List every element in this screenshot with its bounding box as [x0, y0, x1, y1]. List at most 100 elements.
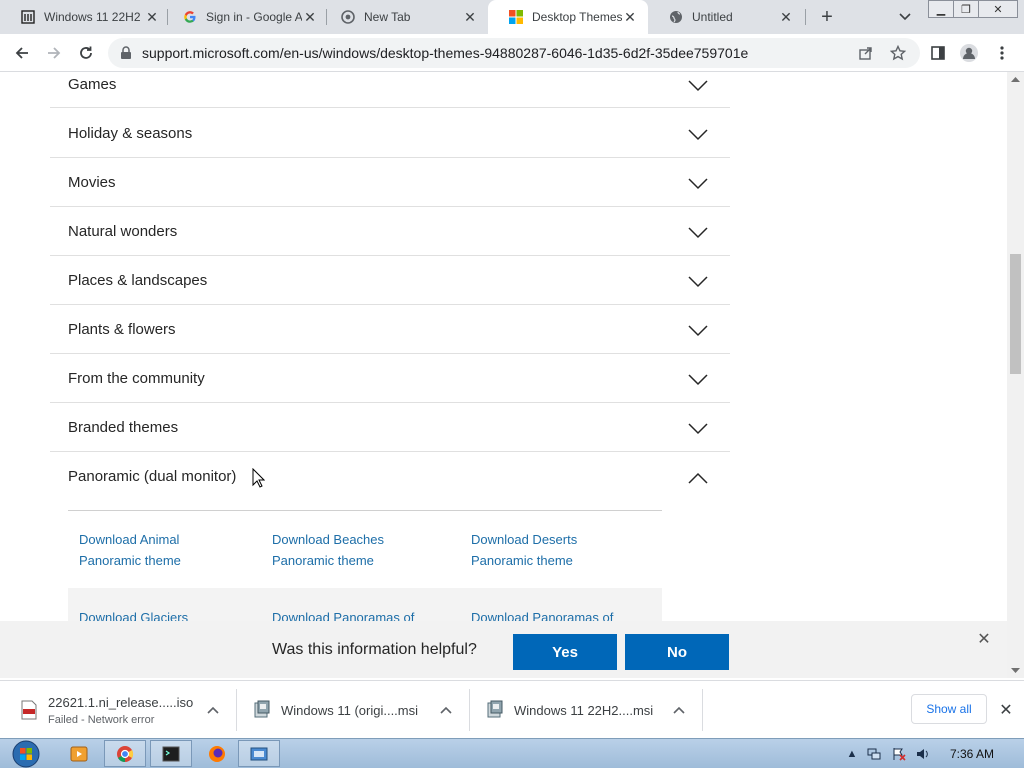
- media-player-icon[interactable]: [58, 740, 100, 767]
- restore-window-icon[interactable]: ❐: [953, 0, 979, 18]
- chevron-down-icon: [688, 374, 708, 386]
- accordion-label: Plants & flowers: [68, 321, 176, 338]
- tab-title: Desktop Themes: [532, 10, 622, 24]
- accordion-item-games[interactable]: Games: [50, 72, 730, 108]
- side-panel-icon[interactable]: [925, 40, 951, 66]
- link-line: Download Deserts: [471, 532, 578, 547]
- tab-close-icon[interactable]: ✕: [778, 9, 794, 25]
- close-icon[interactable]: ✕: [976, 631, 992, 648]
- accordion-label: Places & landscapes: [68, 272, 208, 289]
- scroll-down-icon[interactable]: [1011, 668, 1020, 674]
- feedback-no-button[interactable]: No: [625, 634, 729, 670]
- tab-title: Sign in - Google A: [206, 10, 302, 24]
- tab-close-icon[interactable]: ✕: [462, 9, 478, 25]
- download-bar: 22621.1.ni_release.....iso Failed - Netw…: [0, 680, 1024, 738]
- download-beaches-panoramic-link[interactable]: Download Beaches Panoramic theme: [272, 529, 384, 571]
- accordion-item-places-landscapes[interactable]: Places & landscapes: [50, 256, 730, 305]
- network-tray-icon[interactable]: [867, 747, 881, 761]
- chrome-taskbar-icon[interactable]: [104, 740, 146, 767]
- forward-arrow-icon[interactable]: [41, 40, 67, 66]
- download-file-name: Windows 11 (origi....msi: [281, 702, 419, 718]
- accordion-item-plants-flowers[interactable]: Plants & flowers: [50, 305, 730, 354]
- download-item[interactable]: Windows 11 (origi....msi: [253, 681, 468, 739]
- accordion-item-natural-wonders[interactable]: Natural wonders: [50, 207, 730, 256]
- download-file-name: 22621.1.ni_release.....iso: [48, 694, 194, 710]
- accordion-item-holiday-seasons[interactable]: Holiday & seasons: [50, 109, 730, 158]
- tab-close-icon[interactable]: ✕: [622, 9, 638, 25]
- taskbar-clock[interactable]: 7:36 AM: [950, 747, 994, 761]
- profile-avatar-icon[interactable]: [956, 40, 982, 66]
- accordion-label: From the community: [68, 370, 205, 387]
- network-app-icon[interactable]: [238, 740, 280, 767]
- tab-search-chevron-icon[interactable]: [893, 5, 917, 29]
- bookmark-star-icon[interactable]: [885, 40, 911, 66]
- accordion-item-from-the-community[interactable]: From the community: [50, 354, 730, 403]
- tab-desktop-themes[interactable]: Desktop Themes ✕: [488, 0, 648, 34]
- globe-icon: [668, 9, 684, 25]
- page-scrollbar[interactable]: [1007, 72, 1024, 678]
- download-item[interactable]: 22621.1.ni_release.....iso Failed - Netw…: [20, 681, 235, 739]
- action-center-flag-icon[interactable]: [892, 747, 906, 761]
- chevron-up-icon[interactable]: [672, 703, 686, 717]
- volume-icon[interactable]: [916, 747, 930, 761]
- tab-new-tab[interactable]: New Tab ✕: [320, 0, 488, 34]
- accordion-label: Holiday & seasons: [68, 125, 193, 142]
- panoramic-divider: [68, 510, 662, 511]
- tab-untitled[interactable]: Untitled ✕: [648, 0, 804, 34]
- share-icon[interactable]: [853, 40, 879, 66]
- accordion-label: Natural wonders: [68, 223, 178, 240]
- link-line: Download Beaches: [272, 532, 385, 547]
- tab-title: Untitled: [692, 10, 733, 24]
- scroll-thumb[interactable]: [1010, 254, 1021, 374]
- start-orb-icon[interactable]: [6, 739, 46, 768]
- tab-windows11[interactable]: Windows 11 22H2 ✕: [0, 0, 170, 34]
- chevron-down-icon: [688, 325, 708, 337]
- download-separator: [469, 689, 470, 731]
- address-url: support.microsoft.com/en-us/windows/desk…: [142, 45, 749, 61]
- accordion-item-movies[interactable]: Movies: [50, 158, 730, 207]
- mouse-cursor-icon: [252, 468, 265, 488]
- download-deserts-panoramic-link[interactable]: Download Deserts Panoramic theme: [471, 529, 577, 571]
- show-all-downloads-button[interactable]: Show all: [911, 694, 987, 724]
- chevron-up-icon[interactable]: [206, 703, 220, 717]
- accordion-label: Branded themes: [68, 419, 179, 436]
- download-file-name: Windows 11 22H2....msi: [514, 702, 654, 718]
- archive-icon: [20, 9, 36, 25]
- download-animal-panoramic-link[interactable]: Download Animal Panoramic theme: [79, 529, 181, 571]
- msi-file-icon: [487, 700, 503, 718]
- close-window-icon[interactable]: ✕: [978, 0, 1018, 18]
- accordion-label: Games: [68, 76, 117, 93]
- chevron-down-icon: [688, 276, 708, 288]
- address-bar[interactable]: support.microsoft.com/en-us/windows/desk…: [108, 38, 920, 68]
- accordion-item-panoramic[interactable]: Panoramic (dual monitor): [50, 452, 730, 510]
- tab-title: Windows 11 22H2: [44, 10, 141, 24]
- tab-google-signin[interactable]: Sign in - Google A ✕: [162, 0, 328, 34]
- tab-close-icon[interactable]: ✕: [144, 9, 160, 25]
- new-tab-icon[interactable]: +: [815, 5, 839, 29]
- chevron-down-icon: [688, 80, 708, 92]
- download-separator: [702, 689, 703, 731]
- reload-icon[interactable]: [73, 40, 99, 66]
- google-icon: [182, 9, 198, 25]
- close-icon[interactable]: ✕: [997, 701, 1015, 719]
- menu-kebab-icon[interactable]: [989, 40, 1015, 66]
- firefox-icon[interactable]: [196, 740, 238, 767]
- feedback-yes-button[interactable]: Yes: [513, 634, 617, 670]
- tab-close-icon[interactable]: ✕: [302, 9, 318, 25]
- feedback-question: Was this information helpful?: [272, 641, 477, 658]
- command-prompt-icon[interactable]: [150, 740, 192, 767]
- back-arrow-icon[interactable]: [9, 40, 35, 66]
- microsoft-icon: [508, 9, 524, 25]
- chevron-up-icon[interactable]: [439, 703, 453, 717]
- lock-icon[interactable]: [120, 46, 134, 60]
- show-hidden-icons-icon[interactable]: ▲: [845, 747, 859, 761]
- browser-toolbar: support.microsoft.com/en-us/windows/desk…: [0, 34, 1024, 72]
- chevron-down-icon: [688, 129, 708, 141]
- accordion-item-branded-themes[interactable]: Branded themes: [50, 403, 730, 452]
- minimize-window-icon[interactable]: ▁: [928, 0, 954, 18]
- chevron-up-icon: [688, 472, 708, 484]
- windows-taskbar: ▲ 7:36 AM: [0, 738, 1024, 768]
- scroll-up-icon[interactable]: [1011, 76, 1020, 82]
- tab-strip: Windows 11 22H2 ✕ Sign in - Google A ✕ N…: [0, 0, 1024, 34]
- download-item[interactable]: Windows 11 22H2....msi: [486, 681, 701, 739]
